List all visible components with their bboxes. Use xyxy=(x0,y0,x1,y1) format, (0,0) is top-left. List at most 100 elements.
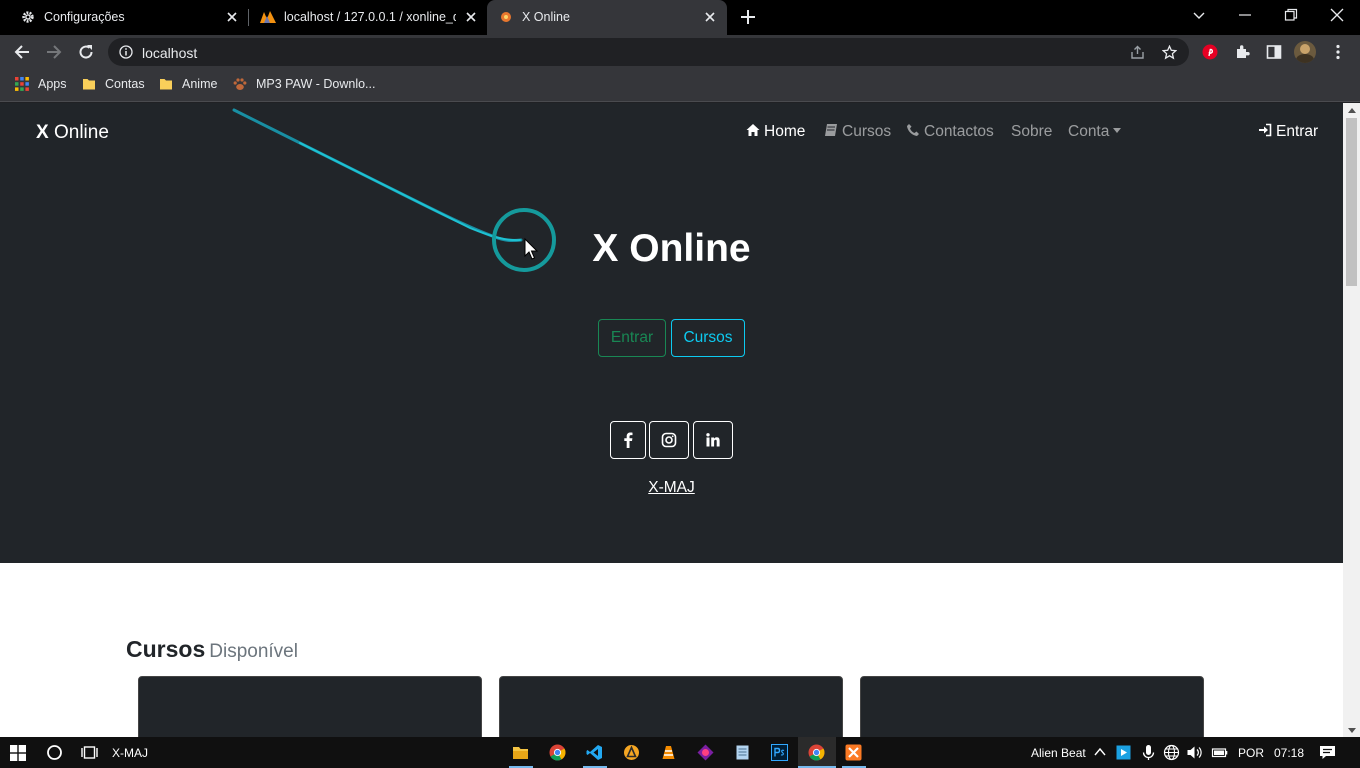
bookmark-label: Anime xyxy=(182,77,218,91)
taskbar-window-label[interactable]: X-MAJ xyxy=(112,746,148,760)
notepad-icon[interactable] xyxy=(734,744,751,761)
input-language[interactable]: POR xyxy=(1238,746,1264,760)
course-card[interactable] xyxy=(138,676,482,737)
notifications-icon[interactable] xyxy=(1319,744,1336,761)
gear-icon xyxy=(22,11,34,23)
section-heading: Cursos Disponível xyxy=(126,636,298,663)
vlc-icon[interactable] xyxy=(660,744,677,761)
vscode-icon[interactable] xyxy=(586,744,603,761)
aimp-icon[interactable] xyxy=(623,744,640,761)
new-tab-icon[interactable] xyxy=(740,9,756,25)
home-icon xyxy=(746,124,760,136)
close-icon[interactable] xyxy=(465,11,477,23)
section-title: Cursos xyxy=(126,636,206,662)
minimize-icon[interactable] xyxy=(1238,8,1252,22)
scroll-thumb[interactable] xyxy=(1346,118,1357,286)
battery-icon[interactable] xyxy=(1211,744,1228,761)
apps-grid-icon xyxy=(15,77,29,91)
phpmyadmin-icon xyxy=(260,11,276,23)
site-favicon-icon xyxy=(501,12,511,22)
cursos-button[interactable]: Cursos xyxy=(671,319,745,357)
avatar-body xyxy=(1296,54,1314,63)
facebook-button[interactable] xyxy=(610,421,646,459)
linkedin-icon xyxy=(706,433,720,447)
tab-title: X Online xyxy=(522,10,570,24)
tab-title: localhost / 127.0.0.1 / xonline_db xyxy=(284,10,456,24)
nav-contactos-label: Contactos xyxy=(924,123,994,140)
hero-section: X Online Home Cursos Contactos Sobre Con… xyxy=(0,103,1343,563)
share-icon[interactable] xyxy=(1130,45,1145,60)
microphone-icon[interactable] xyxy=(1140,744,1157,761)
bookmark-label: MP3 PAW - Downlo... xyxy=(256,77,376,91)
bookmark-star-icon[interactable] xyxy=(1162,45,1177,60)
network-globe-icon[interactable] xyxy=(1163,744,1180,761)
xampp-icon[interactable] xyxy=(845,744,862,761)
course-card[interactable] xyxy=(499,676,843,737)
paw-icon xyxy=(233,78,247,90)
tab-title: Configurações xyxy=(44,10,125,24)
entrar-button[interactable]: Entrar xyxy=(598,319,666,357)
chevron-up-icon[interactable] xyxy=(1093,745,1107,759)
scroll-up-icon[interactable] xyxy=(1348,108,1356,113)
nav-sobre[interactable]: Sobre xyxy=(1011,123,1052,141)
bookmark-label: Apps xyxy=(38,77,67,91)
address-bar[interactable]: localhost xyxy=(108,38,1189,66)
close-icon[interactable] xyxy=(226,11,238,23)
bookmarks-bar: Apps Contas Anime MP3 PAW - Downlo... xyxy=(0,69,1360,102)
nav-conta-dropdown[interactable]: Conta xyxy=(1068,123,1122,141)
course-card[interactable] xyxy=(860,676,1204,737)
app-icon[interactable] xyxy=(697,744,714,761)
sign-in-icon xyxy=(1259,123,1272,137)
profile-avatar[interactable] xyxy=(1294,41,1316,63)
page-scrollbar[interactable] xyxy=(1343,103,1360,737)
menu-icon[interactable] xyxy=(1330,44,1346,60)
nav-conta-label: Conta xyxy=(1068,123,1110,140)
reload-icon[interactable] xyxy=(78,44,94,60)
instagram-button[interactable] xyxy=(649,421,689,459)
media-now-playing[interactable]: Alien Beat xyxy=(1031,746,1086,760)
photoshop-icon[interactable] xyxy=(771,744,788,761)
nav-home[interactable]: Home xyxy=(746,123,805,141)
windows-taskbar: X-MAJ Alien Beat POR 07:18 xyxy=(0,737,1360,768)
tab-strip: Configurações localhost / 127.0.0.1 / xo… xyxy=(0,0,1360,35)
cortana-search-icon[interactable] xyxy=(46,744,63,761)
file-explorer-icon[interactable] xyxy=(512,744,529,761)
nav-contactos[interactable]: Contactos xyxy=(906,123,994,141)
pinterest-icon[interactable] xyxy=(1202,44,1218,60)
instagram-icon xyxy=(661,432,677,448)
folder-icon xyxy=(83,79,95,90)
close-window-icon[interactable] xyxy=(1330,8,1344,22)
browser-toolbar: localhost xyxy=(0,35,1360,69)
restore-icon[interactable] xyxy=(1284,8,1298,22)
tab-phpmyadmin[interactable]: localhost / 127.0.0.1 / xonline_db xyxy=(249,0,487,35)
scroll-down-icon[interactable] xyxy=(1348,728,1356,733)
system-clock[interactable]: 07:18 xyxy=(1274,746,1304,760)
chrome-active-icon[interactable] xyxy=(808,744,825,761)
back-icon[interactable] xyxy=(14,44,30,60)
chrome-icon[interactable] xyxy=(549,744,566,761)
cursor-trail-overlay xyxy=(232,108,556,272)
tab-x-online[interactable]: X Online xyxy=(487,0,727,35)
task-view-icon[interactable] xyxy=(81,744,98,761)
side-panel-icon[interactable] xyxy=(1266,44,1282,60)
close-icon[interactable] xyxy=(704,11,716,23)
url-text: localhost xyxy=(142,45,198,61)
extensions-icon[interactable] xyxy=(1234,44,1250,60)
nav-cursos[interactable]: Cursos xyxy=(824,123,891,141)
nav-entrar[interactable]: Entrar xyxy=(1258,123,1318,141)
linkedin-button[interactable] xyxy=(693,421,733,459)
phone-icon xyxy=(907,124,919,136)
nav-home-label: Home xyxy=(764,123,806,140)
info-icon[interactable] xyxy=(119,45,133,59)
bookmark-label: Contas xyxy=(105,77,145,91)
facebook-icon xyxy=(624,432,633,448)
web-page: X Online Home Cursos Contactos Sobre Con… xyxy=(0,103,1343,737)
author-link[interactable]: X-MAJ xyxy=(0,479,1343,497)
avatar-face xyxy=(1300,44,1310,54)
media-player-tray-icon[interactable] xyxy=(1116,745,1131,760)
volume-icon[interactable] xyxy=(1186,744,1203,761)
forward-icon[interactable] xyxy=(46,44,62,60)
tab-search-icon[interactable] xyxy=(1192,8,1206,22)
windows-start-icon[interactable] xyxy=(10,745,26,761)
tab-settings[interactable]: Configurações xyxy=(0,0,248,35)
